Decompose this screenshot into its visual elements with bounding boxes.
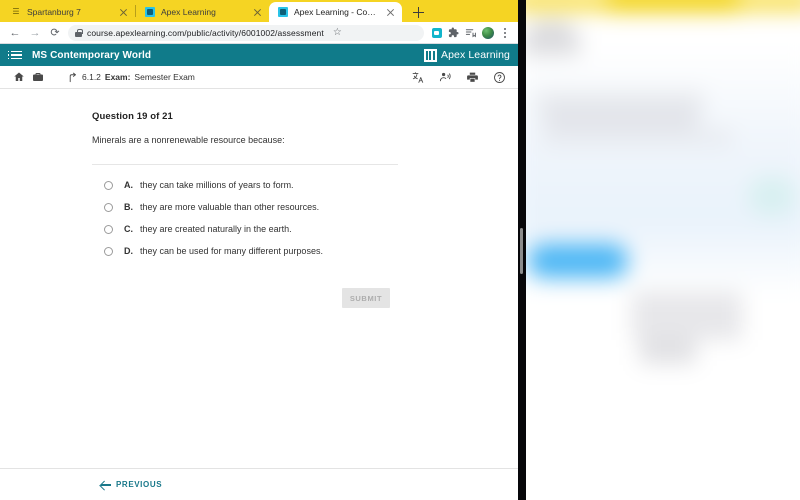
blurred-shape [526, 396, 800, 500]
close-icon[interactable] [251, 6, 263, 18]
choice-letter: C. [124, 224, 133, 234]
chrome-menu-kebab-icon[interactable] [496, 24, 513, 41]
submit-button[interactable]: SUBMIT [342, 288, 390, 308]
brand-name: Apex Learning [440, 49, 510, 61]
radio-button[interactable] [104, 225, 113, 234]
blurred-shape [632, 292, 742, 340]
close-icon[interactable] [384, 6, 396, 18]
answer-choice-c[interactable]: C. they are created naturally in the ear… [92, 224, 518, 246]
reload-icon[interactable]: ⟳ [45, 23, 65, 43]
level-up-arrow-icon[interactable] [63, 68, 82, 87]
browser-toolbar: ← → ⟳ course.apexlearning.com/public/act… [0, 22, 518, 44]
blurred-shape [526, 30, 580, 56]
window-divider [518, 0, 526, 500]
url-text: course.apexlearning.com/public/activity/… [87, 27, 324, 38]
radio-button[interactable] [104, 247, 113, 256]
browser-tab-strip: ☰ Spartanburg 7 Apex Learning Apex Learn… [0, 0, 518, 22]
question-counter: Question 19 of 21 [92, 111, 173, 122]
radio-button[interactable] [104, 181, 113, 190]
blurred-tabstrip [526, 0, 800, 12]
generic-page-icon: ☰ [12, 7, 20, 16]
back-icon[interactable]: ← [5, 23, 25, 43]
radio-button[interactable] [104, 203, 113, 212]
close-icon[interactable] [117, 6, 129, 18]
choice-letter: D. [124, 246, 133, 256]
app-header: MS Contemporary World Apex Learning [0, 44, 518, 66]
bookmark-star-icon[interactable]: ☆ [329, 24, 346, 41]
answer-choice-d[interactable]: D. they can be used for many different p… [92, 246, 518, 268]
assessment-footer: PREVIOUS [0, 468, 518, 500]
reading-list-icon[interactable] [462, 24, 479, 41]
read-aloud-icon[interactable] [436, 68, 455, 87]
choice-text: they are more valuable than other resour… [140, 202, 320, 212]
activity-toolbar: 6.1.2 Exam: Semester Exam [0, 66, 518, 89]
forward-icon[interactable]: → [25, 23, 45, 43]
blurred-shape [640, 338, 696, 364]
breadcrumb-label: Exam: [104, 72, 131, 82]
browser-window: ☰ Spartanburg 7 Apex Learning Apex Learn… [0, 0, 518, 500]
apex-learning-logo [423, 48, 437, 62]
breadcrumb-number: 6.1.2 [82, 72, 101, 82]
choice-text: they are created naturally in the earth. [140, 224, 292, 234]
previous-button[interactable]: PREVIOUS [100, 479, 162, 490]
home-icon[interactable] [9, 68, 28, 87]
blurred-shape [542, 128, 732, 146]
tab-title: Apex Learning - Courses [294, 7, 378, 17]
lock-icon [75, 28, 83, 37]
browser-tab-apex-learning[interactable]: Apex Learning [136, 2, 269, 22]
assessment-content: Question 19 of 21 Minerals are a nonrene… [0, 89, 518, 488]
choice-letter: A. [124, 180, 133, 190]
address-bar[interactable]: course.apexlearning.com/public/activity/… [68, 24, 424, 41]
vertical-scrollbar-thumb[interactable] [520, 228, 523, 274]
tab-title: Spartanburg 7 [27, 7, 81, 17]
answer-choice-list: A. they can take millions of years to fo… [92, 180, 518, 268]
previous-button-label: PREVIOUS [116, 480, 163, 489]
cast-extension-icon[interactable] [428, 24, 445, 41]
choice-letter: B. [124, 202, 133, 212]
brand-lockup: Apex Learning [423, 48, 510, 62]
breadcrumb: 6.1.2 Exam: Semester Exam [82, 72, 195, 82]
hamburger-menu-icon[interactable] [7, 50, 22, 61]
submit-row: SUBMIT [92, 288, 398, 308]
help-icon[interactable] [490, 68, 509, 87]
blurred-shape [748, 176, 796, 216]
toolbar-actions [409, 68, 509, 87]
apex-learning-favicon [278, 7, 288, 17]
blurred-content [526, 0, 800, 500]
apex-learning-favicon [145, 7, 155, 17]
question-stem: Minerals are a nonrenewable resource bec… [92, 135, 285, 145]
screen: ☰ Spartanburg 7 Apex Learning Apex Learn… [0, 0, 800, 500]
course-title: MS Contemporary World [32, 49, 152, 61]
translate-icon[interactable] [409, 68, 428, 87]
divider [92, 164, 398, 165]
breadcrumb-value: Semester Exam [134, 72, 195, 82]
extensions-puzzle-icon[interactable] [445, 24, 462, 41]
print-icon[interactable] [463, 68, 482, 87]
arrow-left-icon [100, 479, 111, 490]
browser-tab-apex-learning-courses[interactable]: Apex Learning - Courses [269, 2, 402, 22]
choice-text: they can be used for many different purp… [140, 246, 323, 256]
answer-choice-a[interactable]: A. they can take millions of years to fo… [92, 180, 518, 202]
answer-choice-b[interactable]: B. they are more valuable than other res… [92, 202, 518, 224]
new-tab-button[interactable] [408, 2, 428, 22]
choice-text: they can take millions of years to form. [140, 180, 294, 190]
tab-title: Apex Learning [161, 7, 216, 17]
blurred-secondary-window [526, 0, 800, 500]
profile-avatar-icon[interactable] [479, 24, 496, 41]
briefcase-icon[interactable] [28, 68, 47, 87]
browser-tab-spartanburg[interactable]: ☰ Spartanburg 7 [2, 2, 135, 22]
blurred-highlight [528, 244, 628, 278]
